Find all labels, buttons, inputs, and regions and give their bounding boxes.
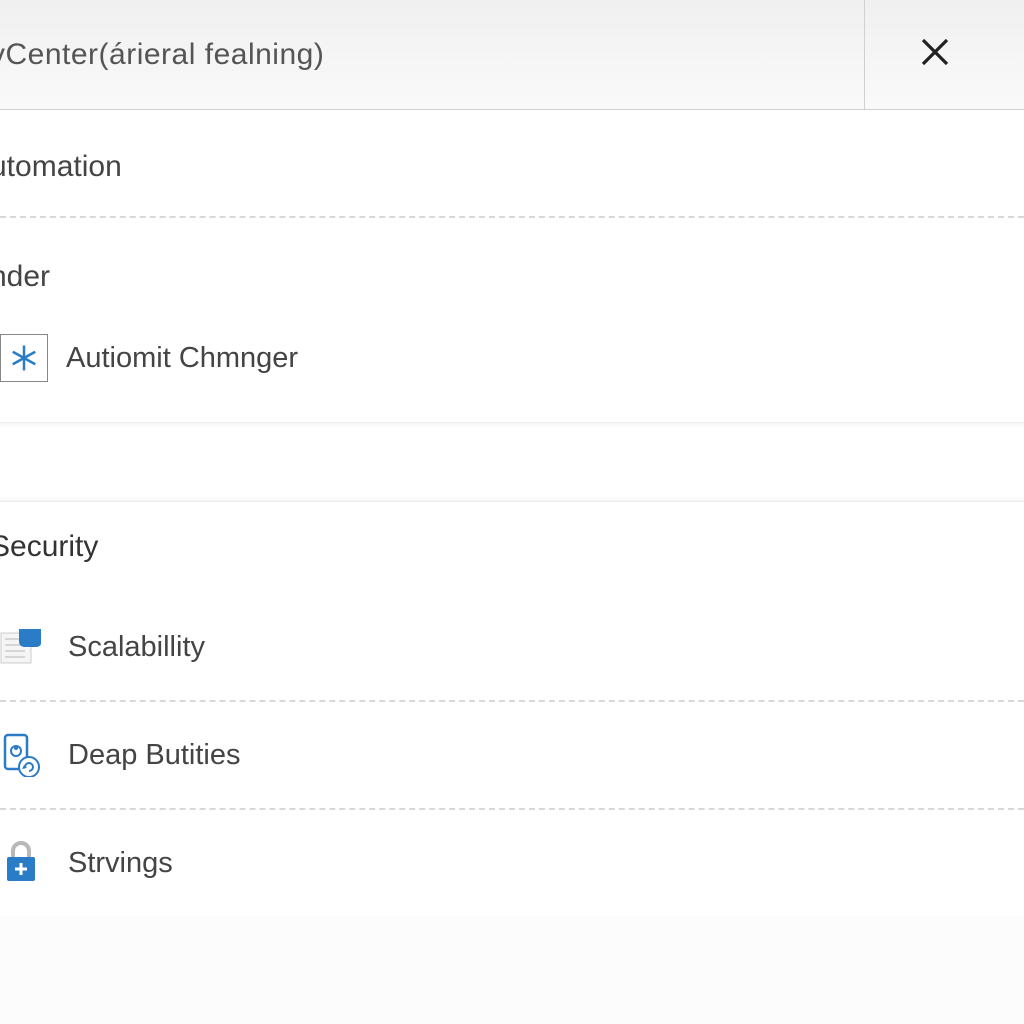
security-item-strvings[interactable]: Strvings — [0, 810, 1024, 916]
document-chart-icon — [0, 624, 44, 670]
close-button[interactable] — [864, 0, 1004, 109]
security-item-label: Deap Butities — [68, 739, 241, 772]
lock-plus-icon — [0, 840, 44, 886]
security-item-label: Strvings — [68, 847, 173, 880]
automation-item-label: Autiomit Chmnger — [66, 342, 298, 375]
security-item-deap-butities[interactable]: Deap Butities — [0, 702, 1024, 810]
dialog-header: vCenter(árieral fealning) — [0, 0, 1024, 110]
panel-separator — [0, 422, 1024, 502]
security-section: Security Scalabillity — [0, 502, 1024, 916]
security-item-scalability[interactable]: Scalabillity — [0, 594, 1024, 702]
section-automation-label: utomation — [0, 110, 1024, 218]
security-section-title: Security — [0, 530, 1024, 594]
dialog-body: utomation nder Autiomit Chmnger Security — [0, 110, 1024, 916]
dialog-title: vCenter(árieral fealning) — [0, 38, 324, 72]
device-refresh-icon — [0, 732, 44, 778]
close-icon — [917, 34, 953, 75]
security-item-label: Scalabillity — [68, 631, 205, 664]
subsection-nder-label: nder — [0, 232, 1024, 314]
asterisk-icon — [0, 334, 48, 382]
automation-item[interactable]: Autiomit Chmnger — [0, 314, 1024, 422]
